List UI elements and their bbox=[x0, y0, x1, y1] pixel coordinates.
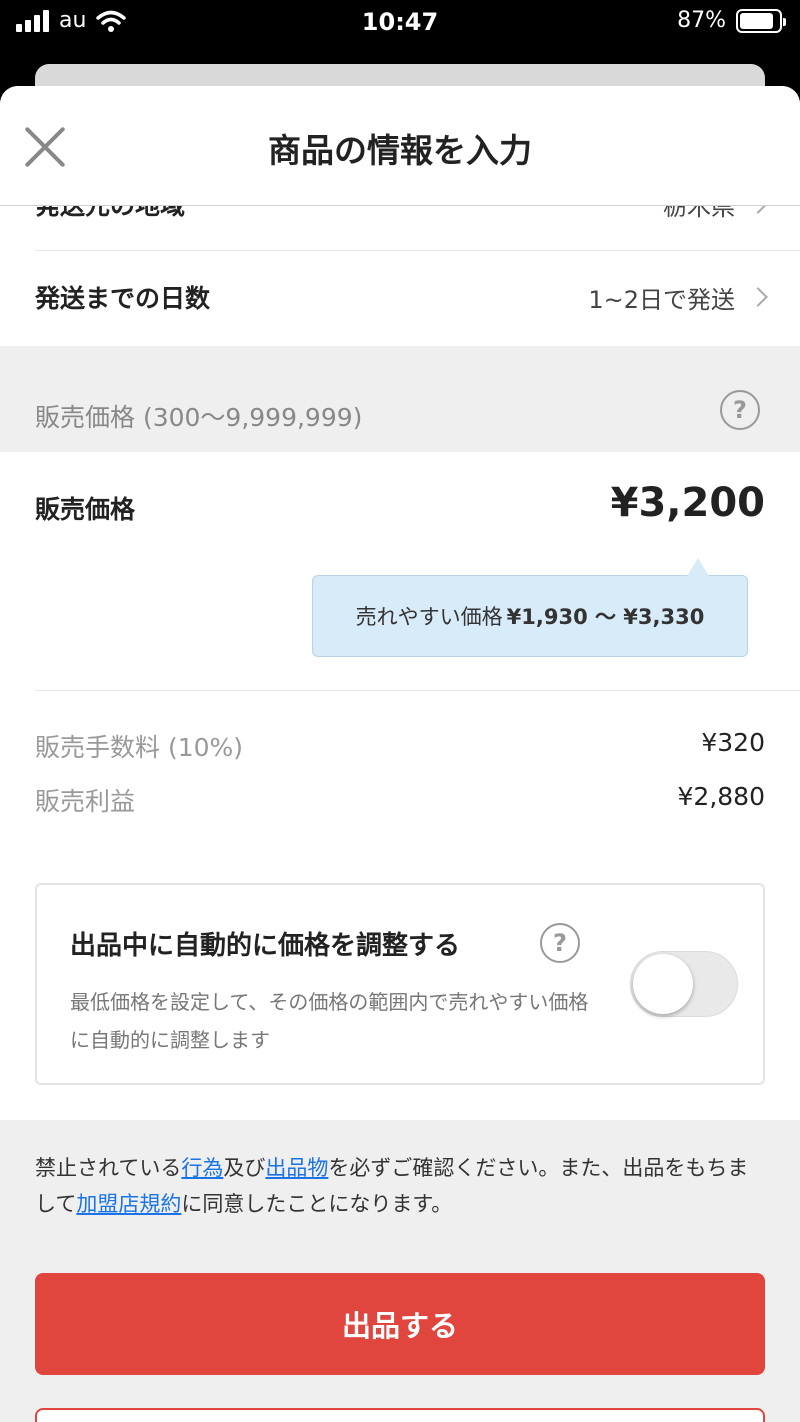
profit-row: 販売利益 ¥2,880 bbox=[35, 782, 765, 818]
battery-percent: 87% bbox=[677, 8, 726, 33]
notice-text: に同意したことになります。 bbox=[181, 1192, 453, 1216]
member-terms-link[interactable]: 加盟店規約 bbox=[76, 1192, 181, 1216]
profit-label: 販売利益 bbox=[35, 787, 136, 816]
prohibited-items-link[interactable]: 出品物 bbox=[265, 1156, 328, 1180]
suggested-price-tooltip: 売れやすい価格 ¥1,930 〜 ¥3,330 bbox=[312, 558, 748, 657]
notice-text: 及び bbox=[223, 1156, 266, 1180]
profit-value: ¥2,880 bbox=[677, 782, 765, 811]
notice-text: 禁止されている bbox=[35, 1156, 182, 1180]
help-icon[interactable]: ? bbox=[720, 390, 760, 430]
toggle-knob bbox=[633, 954, 693, 1014]
status-bar: au 10:47 87% bbox=[0, 0, 800, 50]
chevron-right-icon bbox=[748, 287, 768, 307]
submit-listing-button[interactable]: 出品する bbox=[35, 1273, 765, 1375]
terms-notice: 禁止されている行為及び出品物を必ずご確認ください。また、出品をもちまして加盟店規… bbox=[35, 1150, 765, 1222]
price-range-label: 販売価格 (300～9,999,999) bbox=[35, 403, 363, 432]
fee-row: 販売手数料 (10%) ¥320 bbox=[35, 728, 765, 764]
auto-price-adjust-card: 出品中に自動的に価格を調整する ? 最低価格を設定して、その価格の範囲内で売れや… bbox=[35, 883, 765, 1085]
scroll-content[interactable]: 発送元の地域 栃木県 発送までの日数 1~2日で発送 販売価格 (300～9,9… bbox=[0, 86, 800, 1422]
row-shipping-days[interactable]: 発送までの日数 1~2日で発送 bbox=[35, 279, 768, 315]
listing-sheet: 発送元の地域 栃木県 発送までの日数 1~2日で発送 販売価格 (300～9,9… bbox=[0, 86, 800, 1422]
auto-adjust-title: 出品中に自動的に価格を調整する bbox=[70, 931, 461, 961]
divider bbox=[35, 250, 800, 251]
auto-adjust-description: 最低価格を設定して、その価格の範囲内で売れやすい価格に自動的に調整します bbox=[70, 990, 589, 1052]
fee-label: 販売手数料 (10%) bbox=[35, 733, 244, 762]
shipping-days-label: 発送までの日数 bbox=[35, 284, 211, 313]
prohibited-acts-link[interactable]: 行為 bbox=[181, 1156, 223, 1180]
battery-icon bbox=[736, 8, 786, 33]
shipping-days-value-wrap: 1~2日で発送 bbox=[588, 280, 768, 315]
tip-prefix: 売れやすい価格 bbox=[355, 605, 503, 629]
help-icon[interactable]: ? bbox=[540, 923, 580, 963]
divider bbox=[35, 690, 800, 691]
secondary-button[interactable] bbox=[35, 1408, 765, 1422]
sheet-header: 商品の情報を入力 bbox=[0, 86, 800, 206]
tip-range: ¥1,930 〜 ¥3,330 bbox=[506, 605, 705, 629]
sale-price-label: 販売価格 bbox=[35, 495, 136, 524]
page-title: 商品の情報を入力 bbox=[268, 131, 532, 170]
shipping-days-value: 1~2日で発送 bbox=[588, 285, 735, 314]
auto-adjust-toggle[interactable] bbox=[630, 951, 738, 1017]
status-right: 87% bbox=[677, 8, 786, 33]
sale-price-input[interactable]: ¥3,200 bbox=[611, 480, 765, 526]
fee-value: ¥320 bbox=[701, 728, 765, 757]
